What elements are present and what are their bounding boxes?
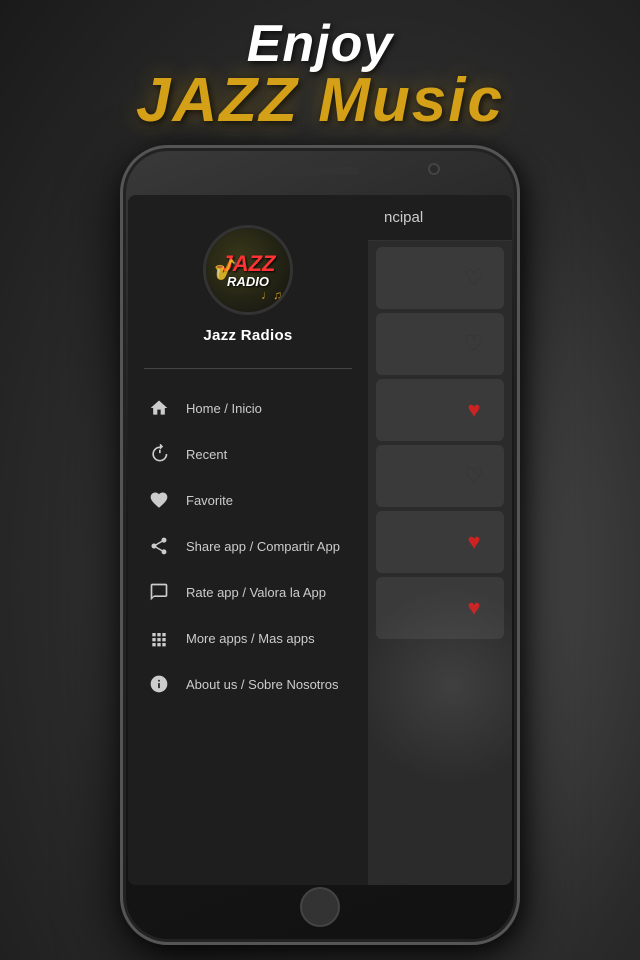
- drawer-header: 🎷 JAZZ RADIO ♩♫ Jazz Radios: [128, 195, 368, 360]
- heart-outline-icon-1: ♡: [464, 265, 484, 291]
- app-logo: 🎷 JAZZ RADIO ♩♫: [203, 225, 293, 315]
- heart-button-6[interactable]: ♥: [456, 590, 492, 626]
- heart-button-2[interactable]: ♡: [456, 326, 492, 362]
- phone-screen: 🎷 JAZZ RADIO ♩♫ Jazz Radios: [128, 195, 512, 885]
- sax-icon: 🎷: [214, 258, 239, 283]
- radio-item-3[interactable]: ♥: [376, 379, 504, 441]
- drawer-menu: Home / Inicio Recent: [128, 377, 368, 885]
- home-icon: [148, 397, 170, 419]
- main-content: ncipal ♡ ♡ ♥: [368, 195, 512, 885]
- radio-item-2[interactable]: ♡: [376, 313, 504, 375]
- enjoy-text: Enjoy: [0, 18, 640, 70]
- phone-camera: [428, 163, 440, 175]
- grid-icon: [148, 627, 170, 649]
- heart-button-5[interactable]: ♥: [456, 524, 492, 560]
- sidebar-item-home[interactable]: Home / Inicio: [128, 385, 368, 431]
- info-icon: [148, 673, 170, 695]
- rate-icon: [148, 581, 170, 603]
- main-header-title: ncipal: [384, 209, 423, 226]
- share-icon: [148, 535, 170, 557]
- heart-filled-icon-5: ♥: [467, 529, 480, 555]
- radio-item-5[interactable]: ♥: [376, 511, 504, 573]
- main-header: ncipal: [368, 195, 512, 241]
- app-name: Jazz Radios: [203, 327, 292, 344]
- favorite-label: Favorite: [186, 493, 233, 508]
- heart-outline-icon-4: ♡: [464, 463, 484, 489]
- heart-outline-icon-2: ♡: [464, 331, 484, 357]
- rate-label: Rate app / Valora la App: [186, 585, 326, 600]
- heart-button-4[interactable]: ♡: [456, 458, 492, 494]
- navigation-drawer: 🎷 JAZZ RADIO ♩♫ Jazz Radios: [128, 195, 368, 885]
- more-apps-label: More apps / Mas apps: [186, 631, 315, 646]
- phone-home-button[interactable]: [300, 887, 340, 927]
- header-area: Enjoy JAZZ Music: [0, 18, 640, 132]
- sidebar-item-more-apps[interactable]: More apps / Mas apps: [128, 615, 368, 661]
- home-label: Home / Inicio: [186, 401, 262, 416]
- heart-filled-icon-6: ♥: [467, 595, 480, 621]
- heart-button-1[interactable]: ♡: [456, 260, 492, 296]
- about-label: About us / Sobre Nosotros: [186, 677, 338, 692]
- share-label: Share app / Compartir App: [186, 539, 340, 554]
- drawer-divider: [144, 368, 352, 369]
- sidebar-item-rate[interactable]: Rate app / Valora la App: [128, 569, 368, 615]
- sidebar-item-recent[interactable]: Recent: [128, 431, 368, 477]
- recent-label: Recent: [186, 447, 227, 462]
- phone-shell: 🎷 JAZZ RADIO ♩♫ Jazz Radios: [120, 145, 520, 945]
- radio-item-1[interactable]: ♡: [376, 247, 504, 309]
- phone-speaker: [280, 167, 360, 175]
- sidebar-item-about[interactable]: About us / Sobre Nosotros: [128, 661, 368, 707]
- heart-button-3[interactable]: ♥: [456, 392, 492, 428]
- favorite-icon: [148, 489, 170, 511]
- radio-item-6[interactable]: ♥: [376, 577, 504, 639]
- sidebar-item-share[interactable]: Share app / Compartir App: [128, 523, 368, 569]
- recent-icon: [148, 443, 170, 465]
- jazz-music-text: JAZZ Music: [0, 70, 640, 132]
- music-notes-icon: ♩♫: [261, 288, 282, 302]
- heart-filled-icon-3: ♥: [467, 397, 480, 423]
- sidebar-item-favorite[interactable]: Favorite: [128, 477, 368, 523]
- radio-item-4[interactable]: ♡: [376, 445, 504, 507]
- radio-list: ♡ ♡ ♥ ♡: [368, 241, 512, 645]
